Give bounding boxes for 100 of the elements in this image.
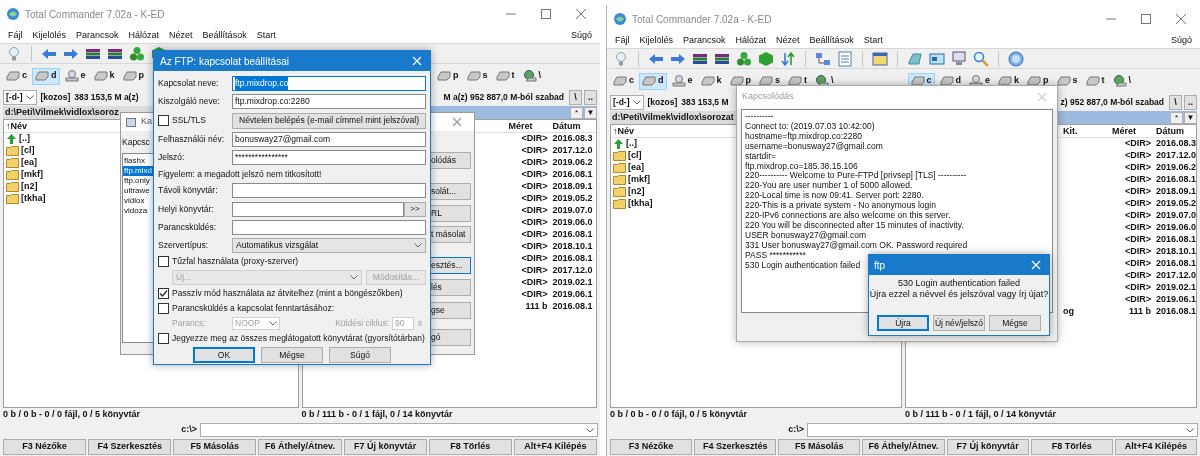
size-cell-text: <DIR> (520, 276, 548, 290)
status-text: 0 b / 111 b - 0 / 1 fájl, 0 / 14 könyvtár (905, 408, 1058, 422)
field-label: Jelszó: (158, 151, 186, 165)
date-cell-text: 2019.05.2 (1155, 197, 1197, 211)
field-label: Küldési ciklus: (335, 317, 389, 330)
date-cell-text: 2018.09.1 (1155, 185, 1197, 199)
extension-cell-text: og (1063, 305, 1075, 319)
size-cell-text: <DIR> (520, 168, 548, 182)
checkbox-label: Parancsküldés a kapcsolat fenntartásához: (172, 302, 335, 315)
field-label: Helyi könyvtár: (158, 202, 215, 216)
size-cell-text: <DIR> (520, 144, 548, 158)
date-cell-text: 2019.07.0 (551, 204, 593, 218)
date-cell-text: 2017.12.0 (1155, 269, 1197, 283)
log-line: PASS *********** (745, 250, 806, 261)
field-label: Felhasználói név: (158, 132, 226, 146)
log-line: startdir= (745, 151, 776, 162)
checkbox-label: Jegyezze meg az összes meglátogatott könyvtárat (gyorsítótárban) (172, 332, 425, 345)
size-cell-text: <DIR> (520, 204, 548, 218)
date-cell-text: 2017.12.0 (1155, 149, 1197, 163)
date-cell-text: 2016.08.1 (551, 228, 593, 242)
log-line: 530 Login authentication failed (745, 260, 861, 271)
size-cell-text: <DIR> (1124, 185, 1151, 199)
size-cell-text: <DIR> (1124, 245, 1151, 259)
date-cell-text: 2018.10.1 (551, 240, 593, 254)
warning-text: Figyelem: a megadott jelszó nem titkosított! (158, 167, 322, 181)
date-cell-text: 2017.12.0 (551, 264, 593, 278)
date-cell-text: 2017.12.0 (551, 144, 593, 158)
size-cell-text: <DIR> (1124, 161, 1151, 175)
date-cell-text: 2019.06.1 (551, 288, 593, 302)
date-cell-text: 2016.08.1 (551, 300, 593, 314)
field-label: Parancsküldés: (158, 221, 218, 235)
date-cell-text: 2016.08.3 (1155, 137, 1197, 151)
log-line: ftp.mixdrop.co=185.38.15.106 (745, 161, 858, 172)
size-cell-text: <DIR> (520, 216, 548, 230)
size-cell-text: <DIR> (1124, 293, 1151, 307)
size-cell-text: <DIR> (520, 252, 548, 266)
log-line: hostname=ftp.mixdrop.co:2280 (745, 131, 862, 142)
date-cell-text: 2019.06.2 (551, 156, 593, 170)
path-text: d:\Peti\Vilmek\vidlox\sorozat (611, 110, 734, 124)
status-text: 0 b / 0 b - 0 / 0 fájl, 0 / 5 könyvtár (610, 408, 749, 422)
log-line: 220-IPv6 connections are also welcome on this server. (745, 211, 951, 221)
date-cell-text: 2019.07.0 (1155, 209, 1197, 223)
unit-label: s (416, 317, 424, 330)
free-space-text: z) 952 887,0 M-ból szabad (1060, 95, 1164, 109)
command-prompt: c:\> (180, 423, 198, 437)
size-cell-text: 111 b (524, 300, 548, 314)
log-line: 220-You are user number 1 of 5000 allowed. (745, 181, 913, 191)
log-line: 220-This is a private system - No anonymous login (745, 201, 936, 211)
status-text: 0 b / 0 b - 0 / 0 fájl, 0 / 5 könyvtár (3, 408, 142, 422)
log-line: Connect to: (2019.07.03 10:42:00) (745, 121, 875, 132)
checkbox-label: SSL/TLS (172, 114, 207, 127)
size-cell-text: <DIR> (520, 288, 548, 302)
dialog-title: ftp (874, 258, 886, 273)
message-text: Újra ezzel a névvel és jelszóval vagy írj újat? (869, 288, 1049, 299)
date-cell-text: 2019.02.1 (551, 276, 593, 290)
log-line: ---------- (745, 112, 774, 122)
volume-label: [kozos] (40, 90, 71, 104)
checkbox-label: Passzív mód használata az átvitelhez (mint a böngészőkben) (172, 287, 403, 300)
date-cell-text: 2016.08.1 (551, 168, 593, 182)
date-cell-text: 2018.09.1 (551, 180, 593, 194)
log-line: 331 User bonusway27@gmail.com OK. Password required (745, 240, 968, 251)
date-cell-text: 2019.05.2 (551, 192, 593, 206)
log-line: 220---------- Welcome to Pure-FTPd [privsep] [TLS] ---------- (745, 171, 967, 182)
size-cell-text: <DIR> (520, 240, 548, 254)
free-space-text: M a(z) 952 887,0 M-ból szabad (443, 90, 564, 104)
checkbox-label: Tűzfal használata (proxy-szerver) (172, 255, 299, 268)
size-cell-text: <DIR> (520, 264, 548, 278)
field-label: Kapcsolat neve: (158, 76, 220, 90)
field-label: Távoli könyvtár: (158, 183, 219, 197)
field-label: Kiszolgáló neve: (158, 95, 221, 109)
size-cell-text: <DIR> (520, 180, 548, 194)
size-cell-text: <DIR> (1124, 149, 1151, 163)
free-space-text: 383 153,5 M (681, 95, 729, 109)
path-text: d:\Peti\Vilmek\vidlox\soroz (4, 105, 119, 119)
dialog-title: Ka (141, 115, 152, 129)
size-cell-text: <DIR> (1124, 269, 1151, 283)
date-cell-text: 2018.10.1 (1155, 245, 1197, 259)
command-prompt: c:\> (787, 423, 805, 437)
log-line: USER bonusway27@gmail.com (745, 230, 867, 241)
size-cell-text: <DIR> (1124, 233, 1151, 247)
window-title: Total Commander 7.02a - K-ED (632, 12, 772, 27)
date-cell-text: 2019.06.2 (1155, 161, 1197, 175)
field-label: Szervertípus: (158, 239, 210, 252)
size-cell-text: <DIR> (1124, 137, 1151, 151)
size-cell-text: <DIR> (1124, 173, 1151, 187)
size-cell-text: <DIR> (520, 192, 548, 206)
date-cell-text: 2016.08.1 (1155, 173, 1197, 187)
status-text: 0 b / 111 b - 0 / 1 fájl, 0 / 14 könyvtár (301, 408, 454, 422)
date-cell-text: 2016.08.1 (1155, 257, 1197, 271)
date-cell-text: 2019.06.0 (1155, 221, 1197, 235)
date-cell-text: 2016.08.3 (551, 132, 593, 146)
log-line: username=bonusway27@gmail.com (745, 141, 883, 152)
size-cell-text: <DIR> (1124, 197, 1151, 211)
dialog-title: Kapcsolódás (742, 90, 794, 104)
free-space-text: 383 153,5 M a(z) (74, 90, 139, 104)
date-cell-text: 2019.06.0 (551, 216, 593, 230)
date-cell-text: 2016.08.1 (1155, 305, 1197, 319)
log-line: 220 You will be disconnected after 15 minutes of inactivity. (745, 220, 964, 231)
date-cell-text: 2019.06.1 (1155, 293, 1197, 307)
size-cell-text: <DIR> (1124, 281, 1151, 295)
